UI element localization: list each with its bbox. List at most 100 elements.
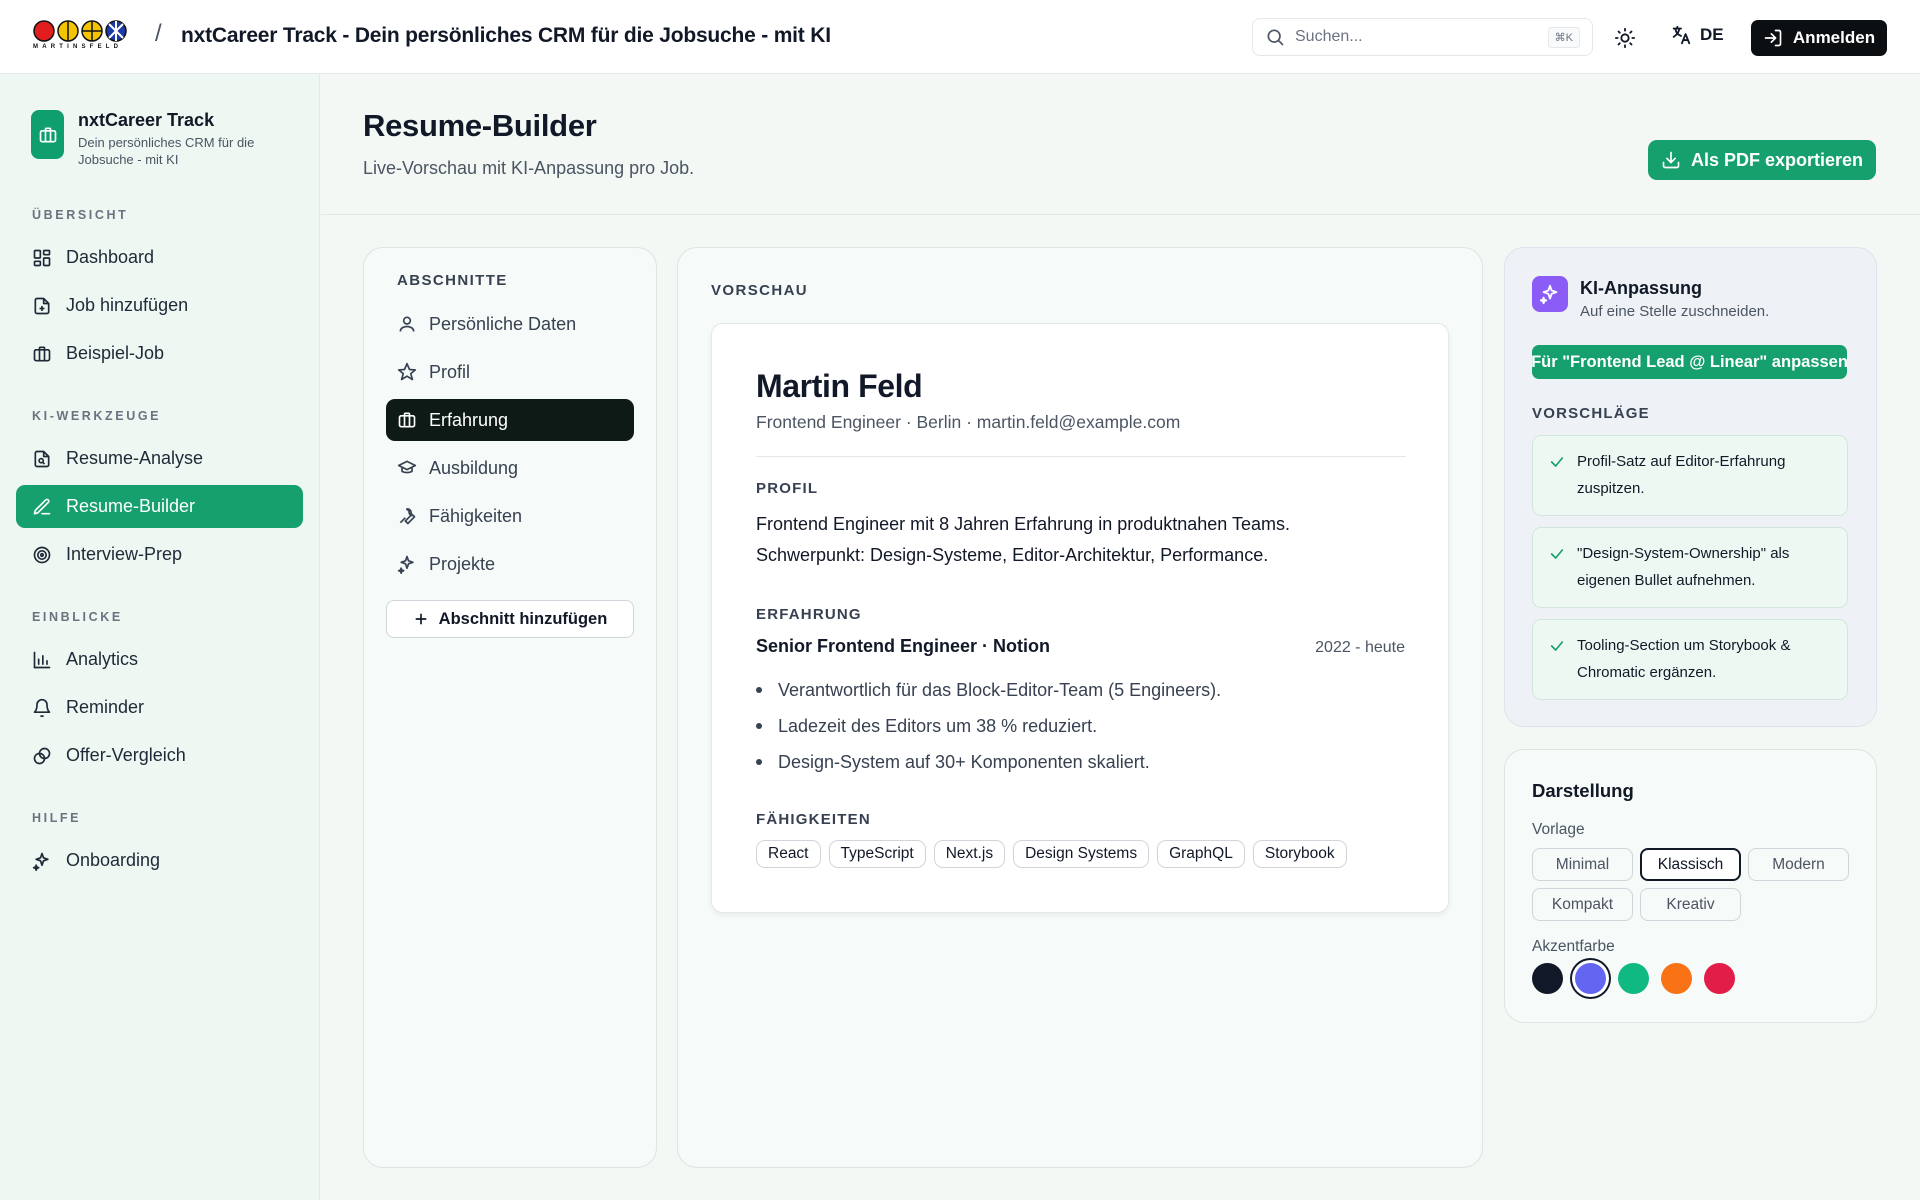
sidebar-item-offer-vergleich[interactable]: Offer-Vergleich — [16, 734, 303, 777]
sidebar-item-interview-prep[interactable]: Interview-Prep — [16, 533, 303, 576]
translate-icon — [1672, 25, 1691, 45]
pen-icon — [33, 498, 51, 514]
nav-section-overview: ÜBERSICHT — [32, 208, 129, 222]
display-settings-panel: Darstellung Vorlage Minimal Klassisch Mo… — [1504, 749, 1877, 1023]
martinsfeld-logo[interactable]: MARTINSFELD — [33, 20, 137, 56]
target-icon — [33, 546, 51, 563]
brand[interactable]: nxtCareer Track Dein persönliches CRM fü… — [31, 110, 278, 168]
dashboard-icon — [33, 249, 51, 266]
sidebar-item-label: Reminder — [66, 697, 145, 717]
login-label: Anmelden — [1792, 28, 1876, 47]
suggestion-card[interactable]: Tooling-Section um Storybook & Chromatic… — [1532, 619, 1848, 700]
preview-heading: VORSCHAU — [711, 282, 809, 299]
nav-section-ki-werkzeuge: KI-WERKZEUGE — [32, 409, 162, 423]
section-item-ausbildung[interactable]: Ausbildung — [386, 447, 634, 489]
sidebar-item-analytics[interactable]: Analytics — [16, 638, 303, 681]
display-panel-title: Darstellung — [1532, 780, 1634, 801]
accent-swatch-orange[interactable] — [1661, 963, 1692, 994]
sparkles-icon — [32, 852, 49, 871]
sidebar-item-job-hinzufuegen[interactable]: Job hinzufügen — [16, 284, 303, 327]
file-search-icon — [34, 450, 50, 467]
resume-bullet: Verantwortlich für das Block-Editor-Team… — [756, 672, 1221, 708]
template-option-kompakt[interactable]: Kompakt — [1532, 888, 1633, 921]
template-option-klassisch[interactable]: Klassisch — [1640, 848, 1741, 881]
template-option-minimal[interactable]: Minimal — [1532, 848, 1633, 881]
language-switcher[interactable]: DE — [1670, 24, 1724, 46]
sidebar-item-label: Beispiel-Job — [66, 343, 165, 363]
sidebar-item-label: Offer-Vergleich — [66, 745, 186, 765]
template-option-modern[interactable]: Modern — [1748, 848, 1849, 881]
sidebar-item-dashboard[interactable]: Dashboard — [16, 236, 303, 279]
add-section-label: Abschnitt hinzufügen — [438, 609, 608, 628]
page-header: Resume-Builder Live-Vorschau mit KI-Anpa… — [321, 74, 1920, 215]
export-pdf-button[interactable]: Als PDF exportieren — [1648, 140, 1876, 180]
section-item-erfahrung[interactable]: Erfahrung — [386, 399, 634, 441]
resume-profile-line-2: Schwerpunkt: Design-Systeme, Editor-Arch… — [756, 545, 1269, 565]
page-title: Resume-Builder — [363, 108, 597, 143]
sidebar-item-label: Onboarding — [66, 850, 161, 870]
section-item-label: Erfahrung — [429, 409, 509, 430]
suggestion-card[interactable]: "Design-System-Ownership" als eigenen Bu… — [1532, 527, 1848, 608]
accent-swatch-indigo[interactable] — [1575, 963, 1606, 994]
resume-profile-heading: PROFIL — [756, 480, 819, 497]
suggestion-card[interactable]: Profil-Satz auf Editor-Erfahrung zuspitz… — [1532, 435, 1848, 516]
wrench-icon — [399, 508, 416, 525]
sparkles-icon — [397, 555, 414, 574]
section-item-projekte[interactable]: Projekte — [386, 543, 634, 585]
suggestion-text-line-1: Tooling-Section um Storybook & — [1577, 637, 1791, 654]
briefcase-icon — [31, 110, 64, 159]
resume-skill-list: React TypeScript Next.js Design Systems … — [756, 840, 1347, 868]
coins-icon — [33, 747, 51, 764]
sidebar-item-label: Analytics — [66, 649, 139, 669]
sun-icon — [1614, 27, 1636, 49]
sidebar-item-onboarding[interactable]: Onboarding — [16, 839, 303, 882]
add-section-button[interactable]: Abschnitt hinzufügen — [386, 600, 634, 638]
check-icon — [1550, 641, 1564, 651]
app-title[interactable]: nxtCareer Track - Dein persönliches CRM … — [181, 24, 831, 48]
check-icon — [1550, 549, 1564, 559]
section-item-label: Fähigkeiten — [429, 505, 523, 526]
sidebar-item-label: Interview-Prep — [66, 544, 183, 564]
sidebar-item-resume-analyse[interactable]: Resume-Analyse — [16, 437, 303, 480]
template-label: Vorlage — [1532, 821, 1585, 838]
skill-chip: GraphQL — [1157, 840, 1245, 868]
sidebar-item-reminder[interactable]: Reminder — [16, 686, 303, 729]
brand-name: nxtCareer Track — [78, 110, 215, 130]
resume-experience-heading: ERFAHRUNG — [756, 606, 862, 623]
accent-swatch-red[interactable] — [1704, 963, 1735, 994]
sidebar-item-resume-builder[interactable]: Resume-Builder — [16, 485, 303, 528]
sidebar: nxtCareer Track Dein persönliches CRM fü… — [0, 74, 320, 1200]
accent-swatch-green[interactable] — [1618, 963, 1649, 994]
search-shortcut: ⌘K — [1547, 26, 1580, 48]
section-item-profil[interactable]: Profil — [386, 351, 634, 393]
language-label: DE — [1700, 25, 1724, 44]
accent-swatch-navy[interactable] — [1532, 963, 1563, 994]
section-item-label: Projekte — [429, 553, 496, 574]
skill-chip: Design Systems — [1013, 840, 1150, 868]
logo-text: MARTINSFELD — [33, 44, 123, 50]
suggestions-heading: VORSCHLÄGE — [1532, 405, 1650, 422]
sidebar-item-beispiel-job[interactable]: Beispiel-Job — [16, 332, 303, 375]
search-input[interactable]: Suchen... ⌘K — [1252, 18, 1593, 56]
theme-toggle-button[interactable] — [1612, 25, 1638, 51]
resume-name: Martin Feld — [756, 368, 923, 404]
sections-heading: ABSCHNITTE — [397, 272, 508, 289]
nav-section-hilfe: HILFE — [32, 811, 82, 825]
star-icon — [397, 362, 417, 381]
template-option-kreativ[interactable]: Kreativ — [1640, 888, 1741, 921]
page-subtitle: Live-Vorschau mit KI-Anpassung pro Job. — [363, 158, 695, 178]
ai-panel-title: KI-Anpassung — [1580, 278, 1703, 298]
top-bar: MARTINSFELD / nxtCareer Track - Dein per… — [0, 0, 1920, 74]
login-button[interactable]: Anmelden — [1751, 20, 1887, 56]
suggestion-text-line-2: Chromatic ergänzen. — [1577, 664, 1717, 681]
resume-bullet: Ladezeit des Editors um 38 % reduziert. — [756, 708, 1221, 744]
suggestion-text-line-1: "Design-System-Ownership" als — [1577, 545, 1790, 562]
section-item-faehigkeiten[interactable]: Fähigkeiten — [386, 495, 634, 537]
brand-subtitle: Dein persönliches CRM für die Jobsuche -… — [78, 135, 255, 167]
bell-icon — [33, 698, 51, 717]
adapt-to-job-button[interactable]: Für "Frontend Lead @ Linear" anpassen — [1532, 345, 1847, 379]
resume-preview: Martin Feld Frontend Engineer · Berlin ·… — [711, 323, 1449, 913]
suggestion-text-line-2: eigenen Bullet aufnehmen. — [1577, 572, 1756, 589]
section-item-persoenliche-daten[interactable]: Persönliche Daten — [386, 303, 634, 345]
ai-adaptation-panel: KI-Anpassung Auf eine Stelle zuschneiden… — [1504, 247, 1877, 727]
